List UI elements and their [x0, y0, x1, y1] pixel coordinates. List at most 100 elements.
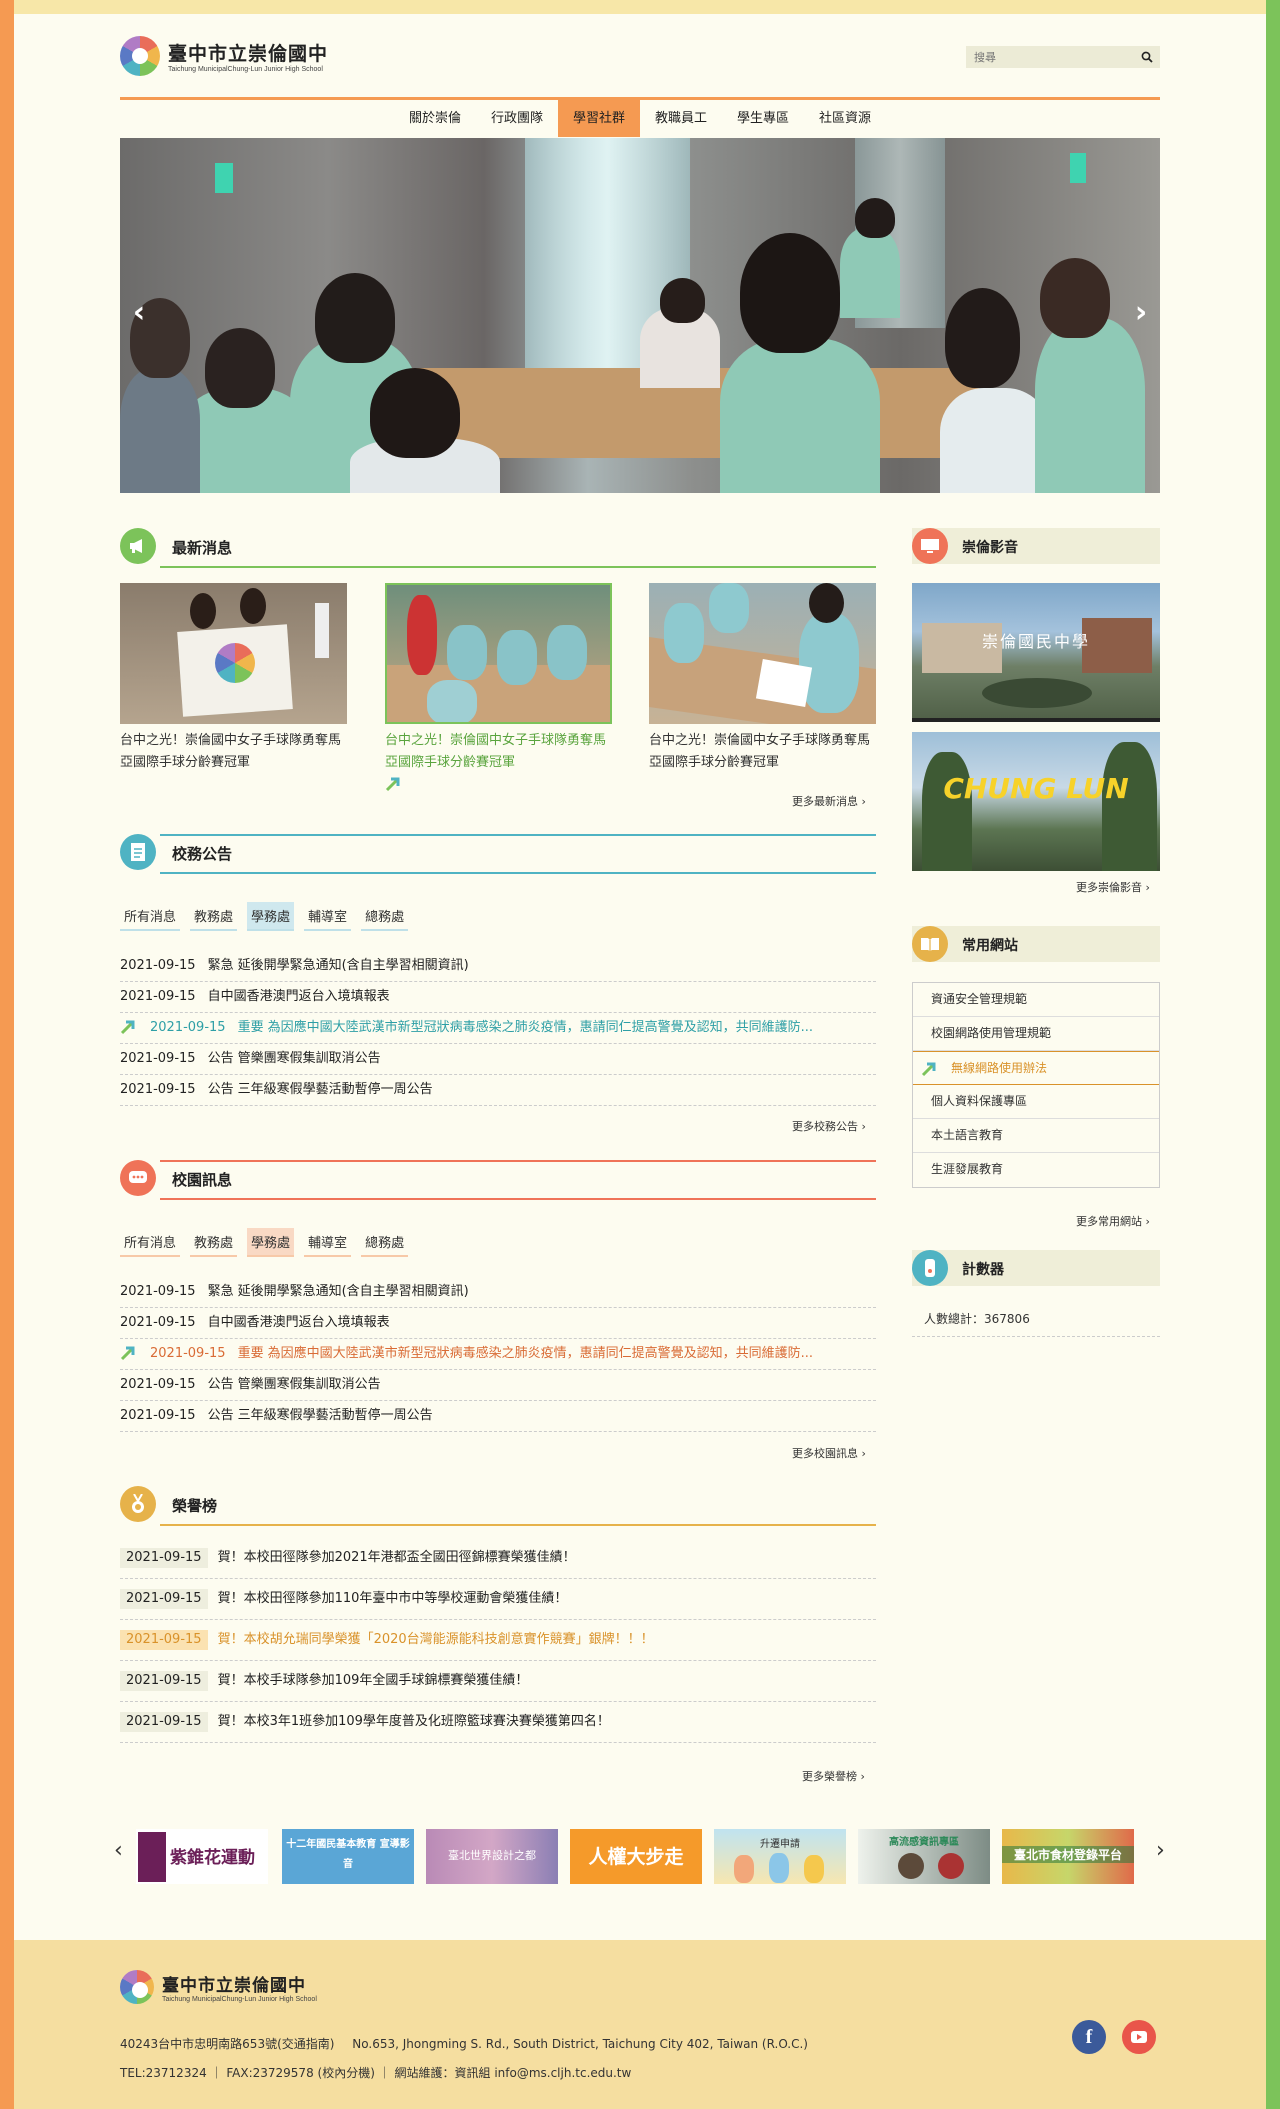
banner-photo [120, 138, 1160, 493]
search-input[interactable] [966, 46, 1136, 68]
partner-banner[interactable]: 十二年國民基本教育 宣導影音 [282, 1829, 414, 1884]
honor-item[interactable]: 2021-09-15 賀！本校手球隊參加109年全國手球錦標賽榮獲佳績！ [120, 1661, 876, 1702]
tab-student-affairs[interactable]: 學務處 [247, 1228, 295, 1257]
item-date: 2021-09-15 [150, 1020, 226, 1035]
site-logo[interactable]: 臺中市立崇倫國中 Taichung MunicipalChung-Lun Jun… [120, 36, 328, 76]
list-item[interactable]: 2021-09-15 自中國香港澳門返台入境填報表 [120, 1308, 876, 1339]
link-item[interactable]: 無線網路使用辦法 [913, 1051, 1159, 1085]
list-item[interactable]: 2021-09-15 公告 三年級寒假學藝活動暫停一周公告 [120, 1401, 876, 1432]
more-video-link[interactable]: 更多崇倫影音 › [1076, 879, 1150, 895]
nav-item-community[interactable]: 社區資源 [804, 100, 886, 137]
video-thumbnail[interactable]: 崇倫國民中學 [912, 583, 1160, 722]
counter-value: 367806 [984, 1312, 1030, 1326]
more-honor-link[interactable]: 更多榮譽榜 › [802, 1768, 865, 1784]
useful-links-list: 資通安全管理規範 校園網路使用管理規範 無線網路使用辦法 個人資料保護專區 本土… [912, 982, 1160, 1188]
link-item[interactable]: 本土語言教育 [913, 1119, 1159, 1153]
nav-item-learning[interactable]: 學習社群 [557, 100, 640, 137]
book-icon [912, 926, 948, 962]
news-card[interactable]: 台中之光！崇倫國中女子手球隊勇奪馬亞國際手球分齡賽冠軍 [385, 583, 612, 796]
item-date: 2021-09-15 [120, 1712, 208, 1732]
item-category: 公告 [207, 1082, 234, 1097]
link-item[interactable]: 生涯發展教育 [913, 1153, 1159, 1187]
slider-prev-button[interactable]: ‹ [124, 298, 154, 328]
footer-logo[interactable]: 臺中市立崇倫國中 Taichung MunicipalChung-Lun Jun… [120, 1970, 317, 2004]
partner-banner[interactable]: 高流感資訊專區 [858, 1829, 990, 1884]
top-frame [0, 0, 1280, 14]
announce-title: 校務公告 [172, 845, 233, 863]
list-item[interactable]: 2021-09-15 重要 為因應中國大陸武漢市新型冠狀病毒感染之肺炎疫情，惠請同仁… [120, 1339, 876, 1370]
honor-item[interactable]: 2021-09-15 賀！本校田徑隊參加110年臺中市中等學校運動會榮獲佳績！ [120, 1579, 876, 1620]
item-category: 重要 [237, 1346, 264, 1361]
hero-slider[interactable]: ‹ › [120, 138, 1160, 493]
honor-item[interactable]: 2021-09-15 賀！本校胡允瑞同學榮獲「2020台灣能源能科技創意實作競賽」… [120, 1620, 876, 1661]
link-item[interactable]: 個人資料保護專區 [913, 1085, 1159, 1119]
list-item[interactable]: 2021-09-15 緊急 延後開學緊急通知(含自主學習相關資訊) [120, 1277, 876, 1308]
list-item[interactable]: 2021-09-15 公告 管樂團寒假集訓取消公告 [120, 1370, 876, 1401]
right-frame-stripe [1266, 0, 1280, 2109]
tab-all[interactable]: 所有消息 [120, 902, 181, 931]
more-news-label: 更多最新消息 [792, 795, 858, 808]
footer-address: 40243台中市忠明南路653號(交通指南) No.653, Jhongming… [120, 2035, 808, 2052]
item-title: 管樂團寒假集訓取消公告 [237, 1377, 381, 1392]
item-title: 三年級寒假學藝活動暫停一周公告 [237, 1082, 433, 1097]
main-nav: 關於崇倫 行政團隊 學習社群 教職員工 學生專區 社區資源 [120, 100, 1160, 137]
video-caption: CHUNG LUN [943, 772, 1129, 805]
footer: 臺中市立崇倫國中 Taichung MunicipalChung-Lun Jun… [14, 1940, 1266, 2109]
search-button[interactable] [1136, 46, 1158, 68]
announce-section-header: 校務公告 [120, 834, 876, 874]
nav-item-staff[interactable]: 教職員工 [640, 100, 722, 137]
link-item[interactable]: 資通安全管理規範 [913, 983, 1159, 1017]
tab-all[interactable]: 所有消息 [120, 1228, 181, 1257]
tab-general-affairs[interactable]: 總務處 [361, 902, 409, 931]
nav-item-students[interactable]: 學生專區 [722, 100, 804, 137]
item-date: 2021-09-15 [120, 958, 196, 973]
facebook-icon[interactable]: f [1072, 2020, 1106, 2054]
carousel-prev-button[interactable]: ‹ [114, 1838, 123, 1863]
more-links-link[interactable]: 更多常用網站 › [1076, 1213, 1150, 1229]
tab-counseling[interactable]: 輔導室 [304, 902, 352, 931]
nav-item-about[interactable]: 關於崇倫 [394, 100, 476, 137]
campus-underline [160, 1198, 876, 1200]
trend-arrow-icon [921, 1062, 936, 1077]
news-card[interactable]: 台中之光！崇倫國中女子手球隊勇奪馬亞國際手球分齡賽冠軍 [649, 583, 876, 774]
more-announce-link[interactable]: 更多校務公告 › [792, 1118, 866, 1134]
honor-item[interactable]: 2021-09-15 賀！本校3年1班參加109學年度普及化班際籃球賽決賽榮獲第四… [120, 1702, 876, 1743]
tab-student-affairs[interactable]: 學務處 [247, 902, 295, 931]
news-underline [160, 566, 876, 568]
list-item[interactable]: 2021-09-15 公告 管樂團寒假集訓取消公告 [120, 1044, 876, 1075]
youtube-icon[interactable] [1122, 2020, 1156, 2054]
news-card[interactable]: 台中之光！崇倫國中女子手球隊勇奪馬亞國際手球分齡賽冠軍 [120, 583, 347, 774]
list-item[interactable]: 2021-09-15 重要 為因應中國大陸武漢市新型冠狀病毒感染之肺炎疫情，惠請同仁… [120, 1013, 876, 1044]
counter-title: 計數器 [962, 1262, 1004, 1278]
partner-label: 紫錐花運動 [170, 1848, 255, 1868]
honor-item[interactable]: 2021-09-15 賀！本校田徑隊參加2021年港都盃全國田徑錦標賽榮獲佳績！ [120, 1538, 876, 1579]
carousel-next-button[interactable]: › [1156, 1838, 1165, 1863]
news-card-image [120, 583, 347, 724]
more-campus-link[interactable]: 更多校園訊息 › [792, 1445, 866, 1461]
partner-banner[interactable]: 臺北市食材登錄平台 [1002, 1829, 1134, 1884]
partner-banner[interactable]: 紫錐花運動 [136, 1829, 268, 1884]
tab-academic[interactable]: 教務處 [190, 902, 238, 931]
list-item[interactable]: 2021-09-15 自中國香港澳門返台入境填報表 [120, 982, 876, 1013]
footer-address-cn[interactable]: 40243台中市忠明南路653號(交通指南) [120, 2037, 334, 2051]
video-thumbnail[interactable]: CHUNG LUN [912, 732, 1160, 871]
partner-banner[interactable]: 升遷申請 [714, 1829, 846, 1884]
link-item[interactable]: 校園網路使用管理規範 [913, 1017, 1159, 1051]
list-item[interactable]: 2021-09-15 緊急 延後開學緊急通知(含自主學習相關資訊) [120, 951, 876, 982]
item-title: 管樂團寒假集訓取消公告 [237, 1051, 381, 1066]
list-item[interactable]: 2021-09-15 公告 三年級寒假學藝活動暫停一周公告 [120, 1075, 876, 1106]
nav-item-admin[interactable]: 行政團隊 [476, 100, 558, 137]
video-title: 崇倫影音 [962, 540, 1018, 556]
tab-general-affairs[interactable]: 總務處 [361, 1228, 409, 1257]
tab-academic[interactable]: 教務處 [190, 1228, 238, 1257]
partner-label: 人權大步走 [588, 1846, 684, 1868]
tab-counseling[interactable]: 輔導室 [304, 1228, 352, 1257]
partner-banner[interactable]: 人權大步走 [570, 1829, 702, 1884]
partner-label: 高流感資訊專區 [889, 1837, 959, 1848]
news-card-image [385, 583, 612, 724]
partner-banner[interactable]: 臺北世界設計之都 [426, 1829, 558, 1884]
slider-next-button[interactable]: › [1126, 298, 1156, 328]
more-news-link[interactable]: 更多最新消息 › [792, 793, 866, 809]
item-date: 2021-09-15 [120, 989, 196, 1004]
footer-contact: TEL:23712324 ｜ FAX:23729578 (校內分機) ｜ 網站維… [120, 2066, 632, 2080]
